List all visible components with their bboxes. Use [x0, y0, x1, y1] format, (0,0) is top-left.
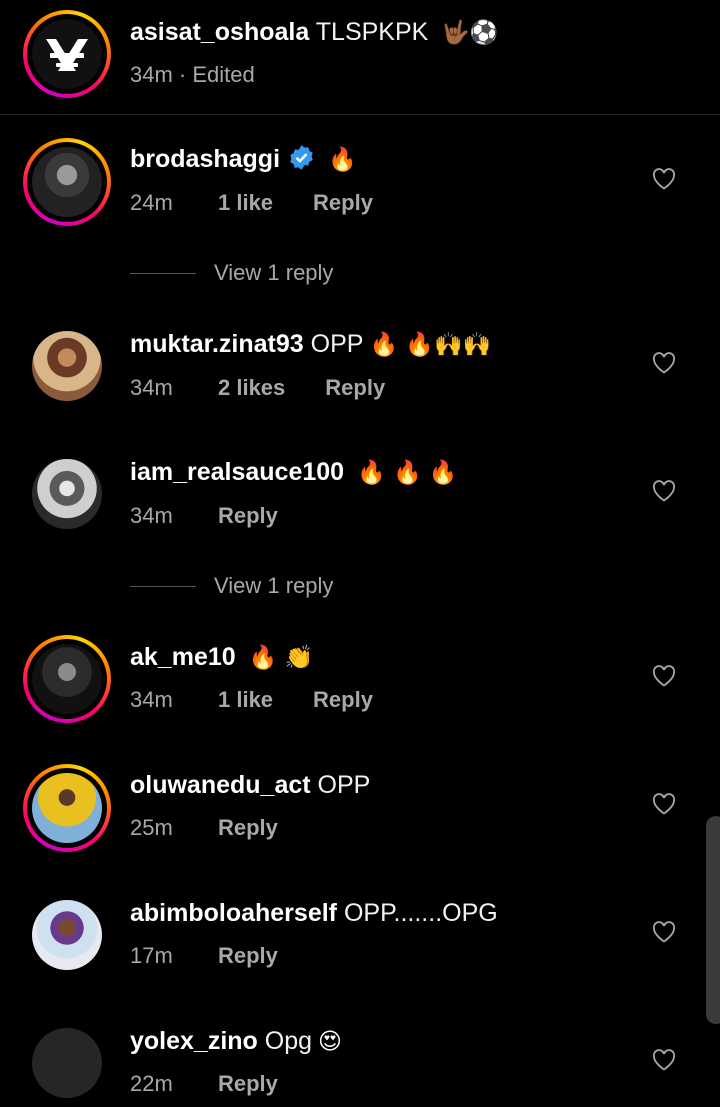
avatar[interactable] — [23, 138, 111, 226]
comment-emoji: 😍 — [318, 1029, 343, 1055]
avatar[interactable] — [23, 450, 111, 538]
thread-line — [130, 272, 196, 274]
view-replies-button[interactable]: View 1 reply — [130, 258, 333, 288]
comment-likes[interactable]: 2 likes — [218, 374, 285, 402]
comment-emoji: 🔥 🔥 🔥 — [357, 460, 458, 486]
like-heart-icon[interactable] — [652, 352, 676, 374]
comment-text: Opg — [264, 1027, 313, 1055]
view-replies-button[interactable]: View 1 reply — [130, 571, 333, 601]
avatar[interactable] — [23, 1019, 111, 1107]
reply-button[interactable]: Reply — [218, 814, 278, 842]
reply-button[interactable]: Reply — [218, 942, 278, 970]
comment-username[interactable]: brodashaggi — [130, 145, 280, 173]
view-replies-label: View 1 reply — [214, 573, 334, 598]
like-heart-icon[interactable] — [652, 480, 676, 502]
caption-author-avatar[interactable] — [23, 10, 111, 98]
reply-button[interactable]: Reply — [325, 374, 385, 402]
avatar[interactable] — [23, 891, 111, 979]
edge-panel-handle[interactable] — [706, 816, 720, 1024]
view-replies-label: View 1 reply — [214, 260, 334, 285]
like-heart-icon[interactable] — [652, 921, 676, 943]
caption-meta: 34m · Edited — [130, 62, 255, 87]
like-heart-icon[interactable] — [652, 1049, 676, 1071]
reply-button[interactable]: Reply — [313, 686, 373, 714]
comment-time: 34m — [130, 687, 173, 712]
reply-button[interactable]: Reply — [218, 502, 278, 530]
comment-text: OPP — [317, 771, 371, 799]
like-heart-icon[interactable] — [652, 665, 676, 687]
avatar[interactable] — [23, 764, 111, 852]
logo-icon — [32, 19, 102, 89]
comment-text: OPP.......OPG — [343, 899, 498, 927]
post-caption: asisat_oshoala TLSPKPK 🤟🏾⚽ 34m · Edited — [0, 0, 720, 114]
comment-time: 34m — [130, 375, 173, 400]
comment-username[interactable]: abimboloaherself — [130, 899, 337, 927]
comment-time: 22m — [130, 1071, 173, 1096]
caption-text: TLSPKPK — [315, 18, 429, 46]
divider — [0, 114, 720, 115]
comment-username[interactable]: muktar.zinat93 — [130, 330, 304, 358]
comment-username[interactable]: yolex_zino — [130, 1027, 258, 1055]
reply-button[interactable]: Reply — [218, 1070, 278, 1098]
verified-badge-icon — [290, 145, 313, 170]
thread-line — [130, 585, 196, 587]
comment-time: 17m — [130, 943, 173, 968]
comment-emoji: 🔥 👏 — [248, 645, 314, 671]
like-heart-icon[interactable] — [652, 793, 676, 815]
caption-username[interactable]: asisat_oshoala — [130, 18, 309, 46]
comment-username[interactable]: oluwanedu_act — [130, 771, 311, 799]
reply-button[interactable]: Reply — [313, 189, 373, 217]
comment-likes[interactable]: 1 like — [218, 189, 273, 217]
caption-emoji: 🤟🏾⚽ — [441, 20, 499, 46]
comment-emoji: 🔥 — [327, 147, 357, 173]
comment-likes[interactable]: 1 like — [218, 686, 273, 714]
comment-username[interactable]: iam_realsauce100 — [130, 458, 344, 486]
avatar[interactable] — [23, 322, 111, 410]
comment-text: OPP — [310, 330, 364, 358]
comment-time: 34m — [130, 503, 173, 528]
like-heart-icon[interactable] — [652, 168, 676, 190]
comment-emoji: 🔥 🔥🙌🙌 — [369, 332, 492, 358]
comment-time: 25m — [130, 815, 173, 840]
avatar[interactable] — [23, 635, 111, 723]
comment-username[interactable]: ak_me10 — [130, 643, 236, 671]
comment-time: 24m — [130, 190, 173, 215]
